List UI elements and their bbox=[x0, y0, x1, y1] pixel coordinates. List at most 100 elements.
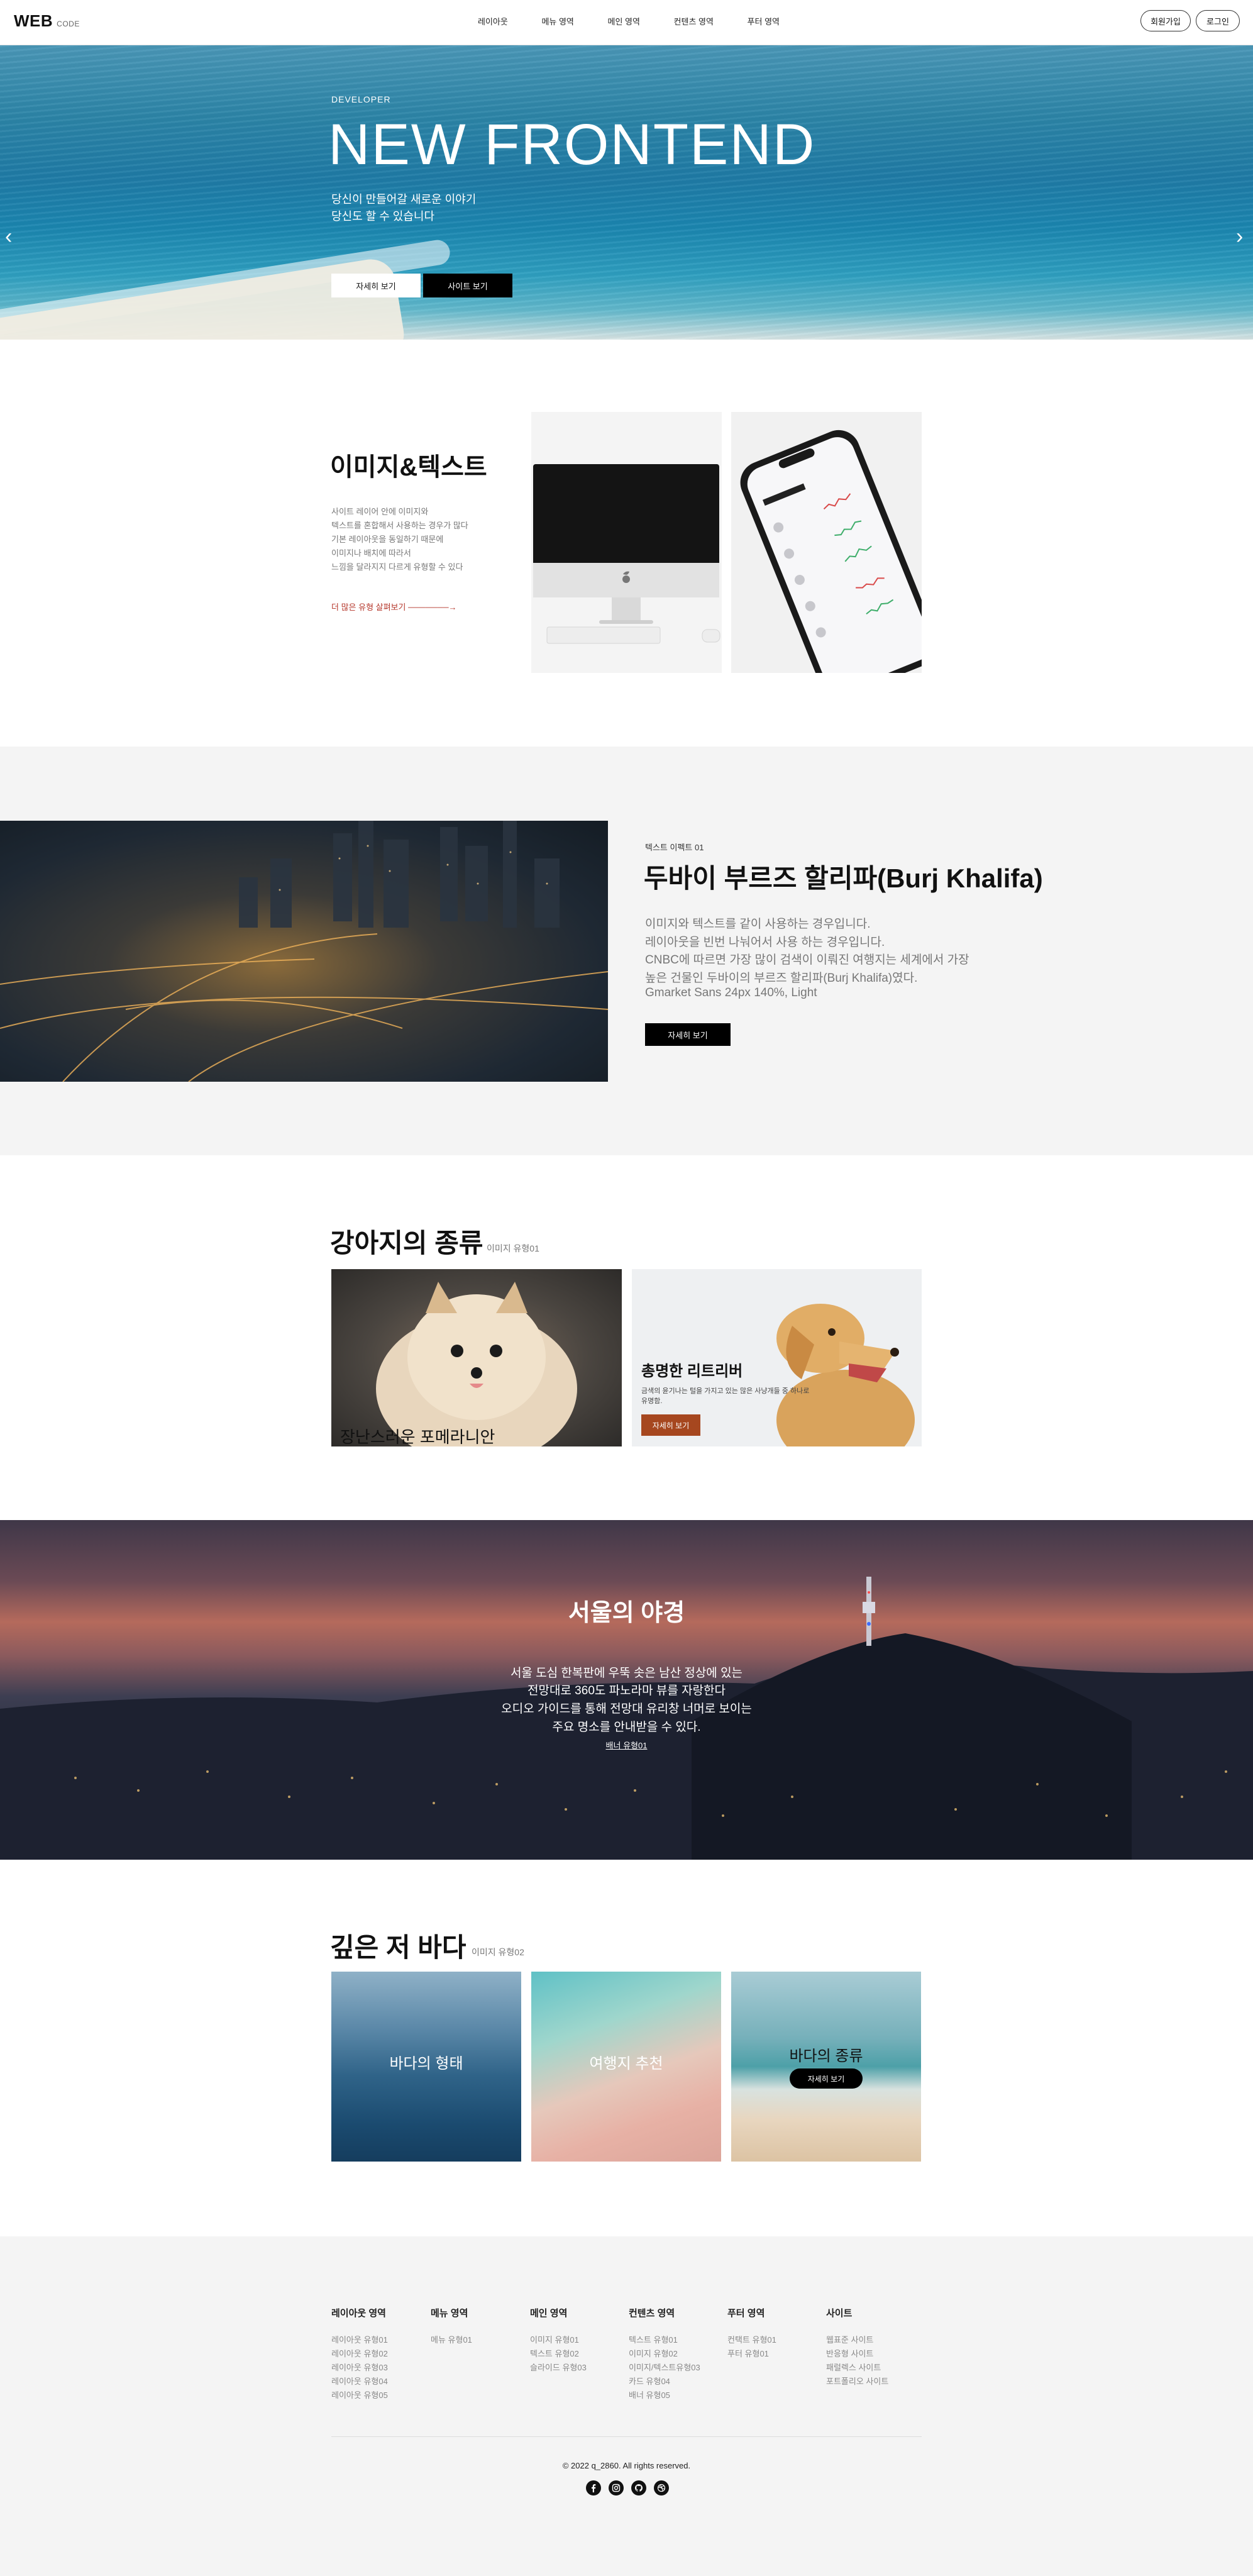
burj-desc-line: 레이아웃을 빈번 나눠어서 사용 하는 경우입니다. bbox=[645, 936, 885, 949]
instagram-icon[interactable] bbox=[609, 2480, 624, 2496]
seoul-desc-line: 주요 명소를 안내받을 수 있다. bbox=[552, 1721, 701, 1734]
imgtext-desc-line: 느낌을 달라지지 다르게 유형할 수 있다 bbox=[331, 562, 463, 572]
facebook-icon[interactable] bbox=[586, 2480, 601, 2496]
imgtext-desc-line: 기본 레이아웃을 동일하기 때문에 bbox=[331, 535, 444, 544]
footer-link[interactable]: 레이아웃 유형05 bbox=[331, 2389, 426, 2402]
footer-link[interactable]: 메뉴 유형01 bbox=[431, 2333, 525, 2347]
dubai-city-image bbox=[0, 821, 608, 1082]
sea-card-types-label: 바다의 종류 bbox=[789, 2048, 863, 2065]
hero-site-button[interactable]: 사이트 보기 bbox=[423, 274, 512, 297]
sea-card-shape-label: 바다의 형태 bbox=[389, 2055, 463, 2072]
hero-next-arrow-icon[interactable]: › bbox=[1236, 225, 1243, 249]
retriever-title: 총명한 리트리버 bbox=[641, 1363, 743, 1380]
burj-title: 두바이 부르즈 할리파(Burj Khalifa) bbox=[644, 863, 1043, 893]
footer-column-title: 사이트 bbox=[826, 2308, 853, 2319]
retriever-desc-line-1: 금색의 윤기나는 털을 가지고 있는 많은 사냥개들 중 하나로 bbox=[641, 1387, 810, 1395]
site-logo[interactable]: WEB CODE bbox=[14, 11, 80, 31]
pomeranian-card[interactable] bbox=[331, 1269, 622, 1446]
footer-column-title: 메인 영역 bbox=[530, 2308, 568, 2319]
copyright-text: © 2022 q_2860. All rights reserved. bbox=[562, 2461, 691, 2470]
footer-link[interactable]: 푸터 유형01 bbox=[727, 2347, 822, 2361]
footer-column-sites: 사이트 웹표준 사이트 반응형 사이트 패럴렉스 사이트 포트폴리오 사이트 bbox=[826, 2306, 920, 2389]
imgtext-desc-line: 사이트 레이어 안에 이미지와 bbox=[331, 507, 429, 516]
sea-card-travel[interactable]: 여행지 추천 bbox=[531, 1972, 721, 2162]
footer-column-title: 컨텐츠 영역 bbox=[629, 2308, 675, 2319]
footer-link[interactable]: 카드 유형04 bbox=[629, 2375, 723, 2389]
sea-card-types-button[interactable]: 자세히 보기 bbox=[790, 2068, 863, 2089]
footer-link[interactable]: 텍스트 유형02 bbox=[530, 2347, 624, 2361]
signup-button[interactable]: 회원가입 bbox=[1140, 10, 1191, 31]
hero-title: NEW FRONTEND bbox=[328, 113, 816, 177]
footer-column-title: 메뉴 영역 bbox=[431, 2308, 468, 2319]
dubai-city-illustration bbox=[0, 821, 608, 1082]
dribbble-icon[interactable] bbox=[654, 2480, 669, 2496]
footer-column-title: 푸터 영역 bbox=[727, 2308, 765, 2319]
footer-link[interactable]: 슬라이드 유형03 bbox=[530, 2361, 624, 2375]
pomeranian-illustration bbox=[376, 1282, 577, 1446]
sea-title: 깊은 저 바다 bbox=[330, 1933, 466, 1962]
imgtext-desc-line: 이미지나 배치에 따라서 bbox=[331, 548, 411, 558]
imac-illustration bbox=[533, 464, 720, 644]
burj-desc-line: 높은 건물인 두바이의 부르즈 할리파(Burj Khalifa)였다. bbox=[645, 972, 918, 985]
footer-link[interactable]: 레이아웃 유형04 bbox=[331, 2375, 426, 2389]
burj-desc-line: Gmarket Sans 24px 140%, Light bbox=[645, 986, 817, 999]
footer-link[interactable]: 반응형 사이트 bbox=[826, 2347, 920, 2361]
footer-column-layout: 레이아웃 영역 레이아웃 유형01 레이아웃 유형02 레이아웃 유형03 레이… bbox=[331, 2306, 426, 2402]
burj-detail-button[interactable]: 자세히 보기 bbox=[645, 1023, 731, 1046]
footer-link[interactable]: 레이아웃 유형02 bbox=[331, 2347, 426, 2361]
phone-image bbox=[731, 412, 922, 673]
imgtext-desc-line: 텍스트를 혼합해서 사용하는 경우가 많다 bbox=[331, 521, 468, 530]
pomeranian-label: 장난스러운 포메라니안 bbox=[340, 1428, 495, 1446]
nav-item-layout[interactable]: 레이아웃 bbox=[478, 15, 508, 27]
site-header: WEB CODE 레이아웃 메뉴 영역 메인 영역 컨텐츠 영역 푸터 영역 회원… bbox=[0, 0, 1253, 45]
sea-card-shape[interactable]: 바다의 형태 bbox=[331, 1972, 521, 2162]
nav-item-footer[interactable]: 푸터 영역 bbox=[748, 15, 780, 27]
footer-link[interactable]: 레이아웃 유형03 bbox=[331, 2361, 426, 2375]
footer-column-footer: 푸터 영역 컨택트 유형01 푸터 유형01 bbox=[727, 2306, 822, 2361]
hero-prev-arrow-icon[interactable]: ‹ bbox=[5, 225, 12, 249]
nav-item-contents[interactable]: 컨텐츠 영역 bbox=[674, 15, 714, 27]
nav-item-menu[interactable]: 메뉴 영역 bbox=[541, 15, 573, 27]
footer-column-contents: 컨텐츠 영역 텍스트 유형01 이미지 유형02 이미지/텍스트유형03 카드 … bbox=[629, 2306, 723, 2402]
footer-link[interactable]: 레이아웃 유형01 bbox=[331, 2333, 426, 2347]
footer-link[interactable]: 이미지 유형02 bbox=[629, 2347, 723, 2361]
site-footer bbox=[0, 2236, 1253, 2576]
logo-text: WEB bbox=[14, 11, 53, 30]
footer-link[interactable]: 텍스트 유형01 bbox=[629, 2333, 723, 2347]
imac-image bbox=[531, 412, 722, 673]
imgtext-more-link[interactable]: 더 많은 유형 살펴보기 ───────→ bbox=[331, 601, 457, 613]
seoul-desc-line: 서울 도심 한복판에 우뚝 솟은 남산 정상에 있는 bbox=[510, 1667, 743, 1680]
footer-link[interactable]: 컨택트 유형01 bbox=[727, 2333, 822, 2347]
seoul-desc-line: 오디오 가이드를 통해 전망대 유리창 너머로 보이는 bbox=[501, 1702, 752, 1716]
burj-desc-line: CNBC에 따르면 가장 많이 검색이 이뤄진 여행지는 세계에서 가장 bbox=[645, 953, 969, 967]
footer-link[interactable]: 이미지 유형01 bbox=[530, 2333, 624, 2347]
sea-card-types[interactable]: 바다의 종류 자세히 보기 bbox=[731, 1972, 921, 2162]
footer-link[interactable]: 웹표준 사이트 bbox=[826, 2333, 920, 2347]
nav-item-main[interactable]: 메인 영역 bbox=[607, 15, 639, 27]
social-links bbox=[586, 2480, 669, 2496]
sea-subtitle: 이미지 유형02 bbox=[472, 1947, 524, 1957]
phone-illustration bbox=[740, 430, 922, 673]
footer-column-main: 메인 영역 이미지 유형01 텍스트 유형02 슬라이드 유형03 bbox=[530, 2306, 624, 2375]
hero-detail-button[interactable]: 자세히 보기 bbox=[331, 274, 421, 297]
footer-column-title: 레이아웃 영역 bbox=[331, 2308, 386, 2319]
logo-subtext: CODE bbox=[57, 19, 80, 28]
seoul-title: 서울의 야경 bbox=[568, 1600, 685, 1626]
footer-link[interactable]: 패럴렉스 사이트 bbox=[826, 2361, 920, 2375]
retriever-desc-line-2: 유명함. bbox=[641, 1397, 663, 1405]
hero-description-line-1: 당신이 만들어갈 새로운 이야기 bbox=[331, 193, 477, 206]
seoul-banner-link[interactable]: 배너 유형01 bbox=[0, 1739, 1253, 1751]
main-nav: 레이아웃 메뉴 영역 메인 영역 컨텐츠 영역 푸터 영역 bbox=[478, 15, 780, 27]
login-button[interactable]: 로그인 bbox=[1196, 10, 1240, 31]
footer-link[interactable]: 배너 유형05 bbox=[629, 2389, 723, 2402]
github-icon[interactable] bbox=[631, 2480, 646, 2496]
hero-slider: ‹ › bbox=[0, 45, 1253, 340]
footer-link[interactable]: 이미지/텍스트유형03 bbox=[629, 2361, 723, 2375]
seoul-desc-line: 전망대로 360도 파노라마 뷰를 자랑한다 bbox=[527, 1684, 726, 1697]
footer-link[interactable]: 포트폴리오 사이트 bbox=[826, 2375, 920, 2389]
retriever-detail-button[interactable]: 자세히 보기 bbox=[641, 1414, 700, 1436]
dogs-subtitle: 이미지 유형01 bbox=[487, 1243, 539, 1253]
sea-card-travel-label: 여행지 추천 bbox=[589, 2055, 663, 2072]
burj-desc-line: 이미지와 텍스트를 같이 사용하는 경우입니다. bbox=[645, 918, 871, 931]
hero-eyebrow: DEVELOPER bbox=[331, 94, 391, 104]
